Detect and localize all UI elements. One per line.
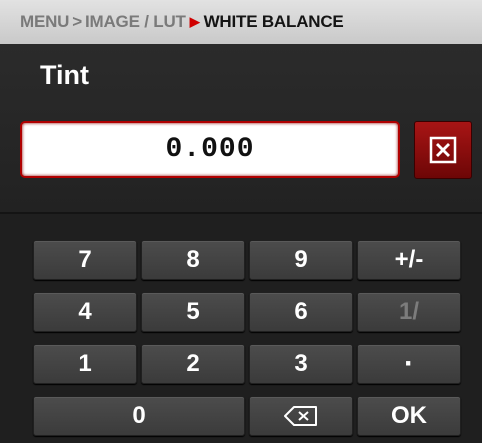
backspace-button[interactable] [249,396,353,436]
key-4[interactable]: 4 [33,292,137,332]
key-decimal-point[interactable]: · [357,344,461,384]
clear-button[interactable] [414,121,472,179]
key-plus-minus[interactable]: +/- [357,240,461,280]
key-6[interactable]: 6 [249,292,353,332]
numeric-keypad: 7 8 9 +/- 4 5 6 1/ 1 2 3 · 0 OK [0,214,482,443]
value-input[interactable]: 0.000 [20,121,400,178]
breadcrumb-menu[interactable]: MENU [20,12,69,32]
key-9[interactable]: 9 [249,240,353,280]
page-title: Tint [40,60,89,90]
breadcrumb-arrow-icon: ▶ [189,14,200,29]
ok-button[interactable]: OK [357,396,461,436]
breadcrumb-image-lut[interactable]: IMAGE / LUT [85,12,186,32]
value-panel: Tint 0.000 [0,44,482,212]
key-2[interactable]: 2 [141,344,245,384]
breadcrumb-white-balance: WHITE BALANCE [203,12,344,31]
breadcrumb: MENU > IMAGE / LUT ▶ WHITE BALANCE [0,0,482,44]
key-7[interactable]: 7 [33,240,137,280]
key-5[interactable]: 5 [141,292,245,332]
backspace-icon [284,406,317,426]
key-reciprocal: 1/ [357,292,461,332]
key-3[interactable]: 3 [249,344,353,384]
key-8[interactable]: 8 [141,240,245,280]
breadcrumb-separator: > [72,12,82,31]
key-0[interactable]: 0 [33,396,245,436]
key-1[interactable]: 1 [33,344,137,384]
close-box-icon [429,136,457,164]
